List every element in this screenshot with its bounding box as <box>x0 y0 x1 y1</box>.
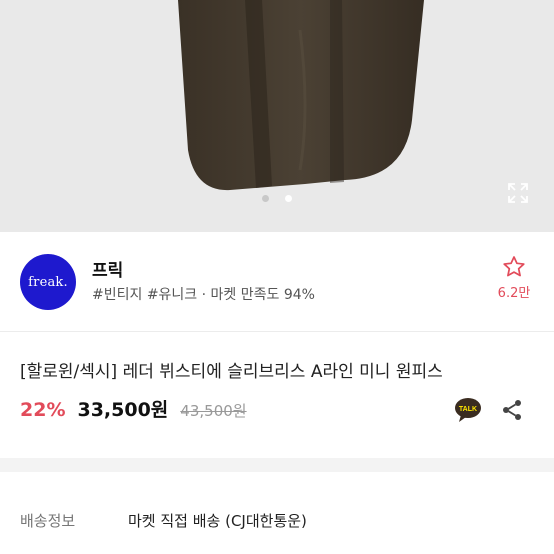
discount-rate: 22% <box>20 399 66 421</box>
kakao-talk-label: TALK <box>459 406 477 413</box>
expand-icon[interactable] <box>506 181 530 205</box>
shop-tags: #빈티지 #유니크 · 마켓 만족도 94% <box>92 287 315 303</box>
star-icon <box>503 256 525 277</box>
shop-name[interactable]: 프릭 <box>92 256 123 281</box>
shipping-info: 배송정보 마켓 직접 배송 (CJ대한통운) <box>0 472 554 554</box>
original-price: 43,500원 <box>180 402 247 420</box>
section-divider <box>0 458 554 472</box>
product-title: [할로윈/섹시] 레더 뷔스티에 슬리브리스 A라인 미니 원피스 <box>20 362 443 382</box>
carousel-indicator <box>0 195 554 205</box>
product-info: [할로윈/섹시] 레더 뷔스티에 슬리브리스 A라인 미니 원피스 22% 33… <box>0 333 554 458</box>
product-image-carousel[interactable] <box>0 0 554 232</box>
favorite-count: 6.2만 <box>497 286 531 301</box>
carousel-dot[interactable] <box>262 195 269 202</box>
price-row: 22% 33,500원 43,500원 <box>20 395 247 423</box>
shop-info[interactable]: freak. 프릭 #빈티지 #유니크 · 마켓 만족도 94% 6.2만 <box>0 232 554 332</box>
shop-logo[interactable]: freak. <box>20 254 76 310</box>
shipping-value: 마켓 직접 배송 (CJ대한통운) <box>128 512 307 530</box>
share-icon[interactable] <box>500 398 524 422</box>
kakao-talk-icon[interactable]: TALK <box>454 397 482 423</box>
favorite-button[interactable]: 6.2만 <box>496 254 532 301</box>
carousel-dot-active[interactable] <box>285 195 292 202</box>
sale-price: 33,500원 <box>77 399 169 421</box>
shop-logo-text: freak. <box>28 274 68 290</box>
shipping-label: 배송정보 <box>20 512 76 530</box>
